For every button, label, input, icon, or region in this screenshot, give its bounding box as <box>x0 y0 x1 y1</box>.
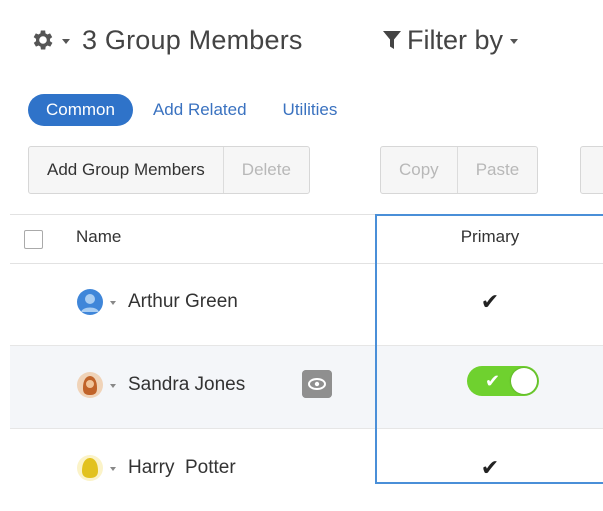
tab-utilities[interactable]: Utilities <box>283 100 338 120</box>
tab-common[interactable]: Common <box>28 94 133 126</box>
filter-by-dropdown[interactable]: Filter by <box>383 20 519 60</box>
table-row[interactable]: Arthur Green ✔ <box>10 263 603 346</box>
primary-check-icon: ✔ <box>485 371 501 391</box>
member-actions-group: Add Group Members Delete <box>28 146 310 194</box>
page-header: 3 Group Members <box>30 20 303 60</box>
primary-check-icon: ✔ <box>480 289 500 314</box>
action-tabs: Common Add Related Utilities <box>28 94 337 126</box>
clipboard-actions-group: Copy Paste <box>380 146 539 194</box>
chevron-down-icon <box>510 39 519 44</box>
tab-add-related[interactable]: Add Related <box>153 100 247 120</box>
chevron-down-icon[interactable] <box>110 384 116 388</box>
more-actions-button[interactable] <box>580 146 603 194</box>
user-avatar-icon <box>77 372 103 398</box>
filter-by-label: Filter by <box>407 24 504 55</box>
paste-button[interactable]: Paste <box>458 147 537 193</box>
member-name[interactable]: Harry Potter <box>128 429 236 507</box>
preview-eye-icon[interactable] <box>302 370 332 398</box>
table-header: Name Primary <box>10 214 603 264</box>
table-row[interactable]: Sandra Jones ✔ <box>10 346 603 429</box>
primary-toggle[interactable]: ✔ <box>467 366 539 396</box>
member-name[interactable]: Arthur Green <box>128 263 238 341</box>
funnel-icon <box>383 31 401 49</box>
column-header-primary[interactable]: Primary <box>375 215 603 263</box>
member-name[interactable]: Sandra Jones <box>128 346 245 424</box>
settings-menu-button[interactable] <box>30 27 70 53</box>
user-avatar-icon <box>77 455 103 481</box>
copy-button[interactable]: Copy <box>381 147 458 193</box>
add-group-members-button[interactable]: Add Group Members <box>29 147 224 193</box>
chevron-down-icon[interactable] <box>110 301 116 305</box>
table-row[interactable]: Harry Potter ✔ <box>10 429 603 511</box>
page-title: 3 Group Members <box>82 24 303 55</box>
chevron-down-icon <box>62 38 70 44</box>
gear-icon <box>33 30 53 50</box>
primary-check-icon: ✔ <box>480 455 500 480</box>
column-header-name[interactable]: Name <box>76 215 121 263</box>
user-avatar-icon <box>77 289 103 315</box>
toggle-knob <box>511 368 537 394</box>
chevron-down-icon[interactable] <box>110 467 116 471</box>
select-all-checkbox[interactable] <box>24 230 43 249</box>
delete-button[interactable]: Delete <box>224 147 309 193</box>
